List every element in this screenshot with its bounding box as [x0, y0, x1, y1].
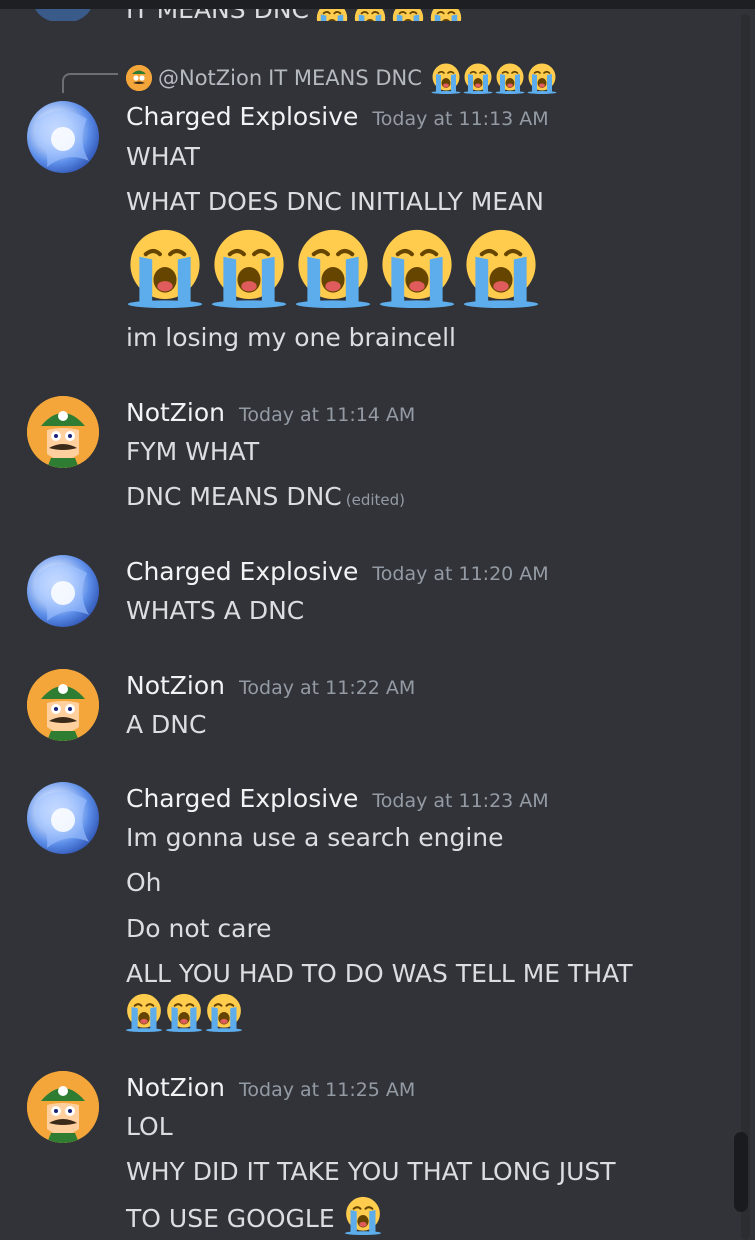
message-text-content: TO USE GOOGLE — [126, 1204, 335, 1233]
scrollbar-track[interactable] — [741, 14, 750, 1240]
message-text: ALL YOU HAD TO DO WAS TELL ME THAT — [126, 959, 633, 988]
reply-connector — [62, 73, 118, 93]
loudly-crying-emoji-icon — [208, 226, 290, 308]
anime-avatar-icon — [35, 791, 89, 848]
message-text: WHAT — [126, 142, 200, 171]
username[interactable]: Charged Explosive — [126, 102, 358, 131]
message-text: WHAT DOES DNC INITIALLY MEAN — [126, 187, 544, 216]
message-text: FYM WHAT — [126, 437, 260, 466]
previous-message-text: IT MEANS DNC — [126, 9, 309, 21]
message-header: Charged Explosive Today at 11:20 AM — [126, 557, 549, 586]
reply-reference[interactable]: @NotZion IT MEANS DNC — [126, 62, 558, 94]
loudly-crying-emoji-icon — [376, 226, 458, 308]
loudly-crying-emoji-icon — [526, 62, 558, 94]
anime-avatar-icon — [35, 110, 89, 167]
username[interactable]: Charged Explosive — [126, 557, 358, 586]
message-text: Do not care — [126, 914, 272, 943]
reply-emojis — [430, 62, 558, 94]
timestamp: Today at 11:22 AM — [239, 677, 416, 699]
loudly-crying-emoji-icon — [462, 62, 494, 94]
loudly-crying-emoji-icon — [204, 992, 244, 1032]
reply-mention[interactable]: @NotZion — [158, 66, 262, 90]
edited-label: (edited) — [345, 491, 406, 509]
avatar[interactable] — [27, 396, 99, 468]
timestamp: Today at 11:14 AM — [239, 404, 416, 426]
reply-text: IT MEANS DNC — [268, 66, 422, 90]
previous-message-cut: IT MEANS DNC — [0, 9, 755, 21]
previous-message-emojis — [314, 9, 464, 21]
anime-avatar-icon — [35, 564, 89, 621]
loudly-crying-emoji-icon — [460, 226, 542, 308]
loudly-crying-emoji-icon — [314, 9, 350, 21]
message-text: TO USE GOOGLE — [126, 1195, 383, 1235]
username[interactable]: NotZion — [126, 671, 225, 700]
loudly-crying-emoji-icon — [494, 62, 526, 94]
loudly-crying-emoji-icon — [352, 9, 388, 21]
luigi-avatar-icon — [27, 669, 99, 741]
loudly-crying-emoji-icon — [390, 9, 426, 21]
avatar[interactable] — [27, 669, 99, 741]
message-header: Charged Explosive Today at 11:23 AM — [126, 784, 549, 813]
message-header: Charged Explosive Today at 11:13 AM — [126, 102, 549, 131]
message-text: Im gonna use a search engine — [126, 823, 504, 852]
top-bar — [0, 0, 755, 9]
message-header: NotZion Today at 11:22 AM — [126, 671, 415, 700]
luigi-avatar-icon — [27, 396, 99, 468]
loudly-crying-emoji-icon — [430, 62, 462, 94]
message-text: DNC MEANS DNC (edited) — [126, 482, 405, 511]
timestamp: Today at 11:20 AM — [372, 563, 549, 585]
avatar[interactable] — [27, 101, 99, 173]
message-text: LOL — [126, 1112, 173, 1141]
message-text: im losing my one braincell — [126, 323, 456, 352]
message-header: NotZion Today at 11:25 AM — [126, 1073, 415, 1102]
timestamp: Today at 11:25 AM — [239, 1079, 416, 1101]
username[interactable]: NotZion — [126, 1073, 225, 1102]
avatar[interactable] — [27, 782, 99, 854]
emoji-message — [124, 992, 244, 1032]
loudly-crying-emoji-icon — [428, 9, 464, 21]
avatar[interactable] — [27, 555, 99, 627]
reply-avatar — [126, 65, 152, 91]
loudly-crying-emoji-icon — [124, 992, 164, 1032]
scrollbar-thumb[interactable] — [734, 1132, 748, 1212]
message-text: A DNC — [126, 710, 207, 739]
timestamp: Today at 11:23 AM — [372, 790, 549, 812]
timestamp: Today at 11:13 AM — [372, 108, 549, 130]
loudly-crying-emoji-icon — [164, 992, 204, 1032]
message-header: NotZion Today at 11:14 AM — [126, 398, 415, 427]
username[interactable]: NotZion — [126, 398, 225, 427]
message-text: Oh — [126, 868, 162, 897]
luigi-avatar-icon — [126, 65, 152, 91]
emoji-message — [124, 226, 542, 308]
avatar[interactable] — [27, 1071, 99, 1143]
message-text-content: DNC MEANS DNC — [126, 482, 342, 511]
loudly-crying-emoji-icon — [292, 226, 374, 308]
loudly-crying-emoji-icon — [343, 1195, 383, 1235]
avatar[interactable] — [34, 9, 92, 21]
username[interactable]: Charged Explosive — [126, 784, 358, 813]
message-text: WHATS A DNC — [126, 596, 305, 625]
message-text: WHY DID IT TAKE YOU THAT LONG JUST — [126, 1157, 616, 1186]
luigi-avatar-icon — [27, 1071, 99, 1143]
loudly-crying-emoji-icon — [124, 226, 206, 308]
